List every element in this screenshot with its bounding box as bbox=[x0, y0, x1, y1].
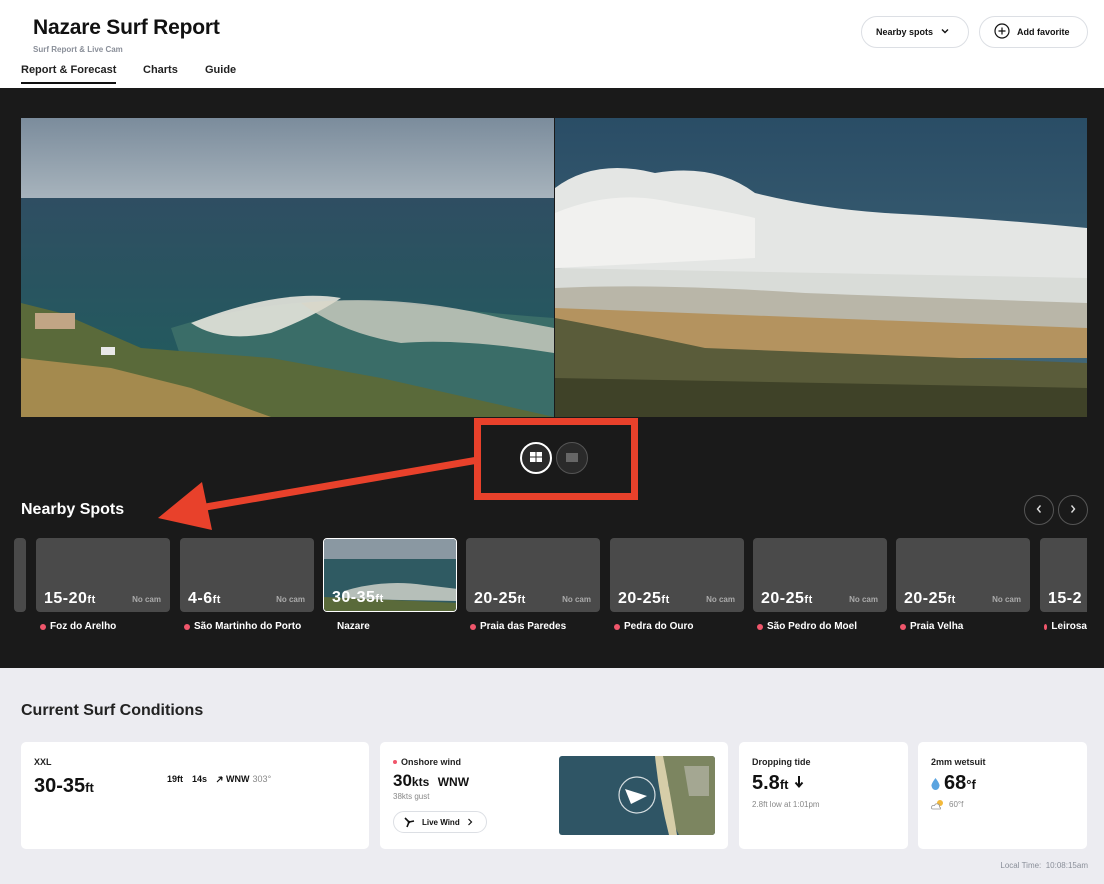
chevron-right-icon bbox=[1069, 503, 1077, 517]
status-dot-icon bbox=[614, 623, 620, 630]
page-title: Nazare Surf Report bbox=[33, 16, 220, 39]
wind-label: Onshore wind bbox=[393, 757, 461, 767]
tide-detail: 2.8ft low at 1:01pm bbox=[752, 800, 820, 809]
local-time: Local Time: 10:08:15am bbox=[1000, 861, 1088, 870]
status-dot-icon bbox=[184, 623, 190, 630]
status-dot-icon bbox=[757, 623, 763, 630]
spot-height: 20-25ft bbox=[618, 590, 670, 607]
tide-card: Dropping tide 5.8ft 2.8ft low at 1:01pm bbox=[739, 742, 908, 849]
status-dot-icon bbox=[393, 760, 397, 764]
nearby-spots-title: Nearby Spots bbox=[21, 501, 125, 518]
spot-height: 20-25ft bbox=[474, 590, 526, 607]
status-dot-icon bbox=[470, 623, 476, 630]
no-cam-label: No cam bbox=[276, 595, 305, 604]
surf-height-value: 30-35ft bbox=[34, 775, 94, 797]
grid-view-toggle[interactable] bbox=[520, 442, 552, 474]
plus-circle-icon bbox=[994, 23, 1010, 41]
spot-name[interactable]: Praia Velha bbox=[900, 621, 963, 632]
spot-card[interactable]: 20-25ft No cam bbox=[466, 538, 600, 612]
add-favorite-button[interactable]: Add favorite bbox=[979, 16, 1088, 48]
spot-name[interactable]: Foz do Arelho bbox=[40, 621, 116, 632]
no-cam-label: No cam bbox=[132, 595, 161, 604]
chevron-down-icon bbox=[940, 26, 950, 38]
water-temp-value: 68°f bbox=[931, 772, 976, 795]
tab-report-forecast[interactable]: Report & Forecast bbox=[21, 64, 117, 84]
spot-name[interactable]: Nazare bbox=[337, 621, 370, 632]
status-dot-icon bbox=[40, 623, 46, 630]
fan-icon bbox=[404, 817, 415, 828]
carousel-prev-button[interactable] bbox=[1024, 495, 1054, 525]
nearby-spots-label: Nearby spots bbox=[876, 27, 934, 37]
tide-label: Dropping tide bbox=[752, 757, 811, 767]
air-temp: 60°f bbox=[931, 799, 963, 810]
arrow-down-icon bbox=[795, 776, 804, 789]
page-header: Nazare Surf Report Surf Report & Live Ca… bbox=[0, 0, 1104, 88]
surf-rating-label: XXL bbox=[34, 757, 52, 767]
cam-view-left[interactable] bbox=[21, 118, 554, 417]
spot-card-partial[interactable] bbox=[14, 538, 26, 612]
single-view-toggle[interactable] bbox=[556, 442, 588, 474]
spot-height: 4-6ft bbox=[188, 590, 221, 607]
swell-period: 14s bbox=[192, 774, 208, 784]
swell-info: 19ft 14s WNW 303° bbox=[167, 774, 271, 784]
wind-gust: 38kts gust bbox=[393, 792, 430, 801]
spot-height: 20-25ft bbox=[904, 590, 956, 607]
single-view-icon bbox=[566, 449, 578, 467]
surf-height-card: XXL 30-35ft 19ft 14s WNW 303° bbox=[21, 742, 369, 849]
wind-card: Onshore wind 30kts WNW 38kts gust Live W… bbox=[380, 742, 728, 849]
spot-name[interactable]: Praia das Paredes bbox=[470, 621, 566, 632]
status-dot-icon bbox=[900, 623, 906, 630]
wind-map[interactable] bbox=[559, 756, 715, 835]
spot-name[interactable]: São Pedro do Moel bbox=[757, 621, 857, 632]
cam-view-right[interactable] bbox=[555, 118, 1087, 417]
partly-cloudy-icon bbox=[931, 800, 943, 810]
wind-value: 30kts WNW bbox=[393, 771, 470, 790]
grid-icon bbox=[530, 449, 542, 467]
spot-height: 15-2 bbox=[1048, 590, 1083, 607]
water-temp-card: 2mm wetsuit 68°f 60°f bbox=[918, 742, 1087, 849]
spot-height: 15-20ft bbox=[44, 590, 96, 607]
carousel-next-button[interactable] bbox=[1058, 495, 1088, 525]
spot-card[interactable]: 20-25ft No cam bbox=[896, 538, 1030, 612]
conditions-title: Current Surf Conditions bbox=[21, 702, 204, 719]
spot-name[interactable]: Leirosa bbox=[1044, 621, 1087, 632]
chevron-right-icon bbox=[467, 818, 473, 826]
tab-charts[interactable]: Charts bbox=[143, 64, 178, 76]
chevron-left-icon bbox=[1035, 503, 1043, 517]
tab-guide[interactable]: Guide bbox=[205, 64, 236, 76]
spot-card[interactable]: 20-25ft No cam bbox=[753, 538, 887, 612]
swell-direction-icon bbox=[216, 775, 223, 782]
swell-direction: WNW 303° bbox=[216, 774, 271, 784]
spot-height: 20-25ft bbox=[761, 590, 813, 607]
status-dot-icon bbox=[1044, 623, 1048, 630]
page-subtitle: Surf Report & Live Cam bbox=[33, 45, 123, 54]
wetsuit-label: 2mm wetsuit bbox=[931, 757, 986, 767]
spot-card-partial[interactable]: 15-2 bbox=[1040, 538, 1087, 612]
spot-card[interactable]: 15-20ft No cam bbox=[36, 538, 170, 612]
no-cam-label: No cam bbox=[706, 595, 735, 604]
no-cam-label: No cam bbox=[992, 595, 1021, 604]
spot-name[interactable]: São Martinho do Porto bbox=[184, 621, 301, 632]
no-cam-label: No cam bbox=[562, 595, 591, 604]
tide-value: 5.8ft bbox=[752, 772, 804, 795]
spot-card[interactable]: 20-25ft No cam bbox=[610, 538, 744, 612]
swell-height: 19ft bbox=[167, 774, 184, 784]
no-cam-label: No cam bbox=[849, 595, 878, 604]
add-favorite-label: Add favorite bbox=[1017, 27, 1070, 37]
nearby-spots-button[interactable]: Nearby spots bbox=[861, 16, 969, 48]
spot-card[interactable]: 4-6ft No cam bbox=[180, 538, 314, 612]
spot-name[interactable]: Pedra do Ouro bbox=[614, 621, 693, 632]
spot-height: 30-35ft bbox=[332, 589, 384, 606]
live-wind-button[interactable]: Live Wind bbox=[393, 811, 487, 833]
annotation-arrow-icon bbox=[158, 456, 479, 530]
water-drop-icon bbox=[931, 777, 940, 790]
spot-card-current[interactable]: 30-35ft bbox=[323, 538, 457, 612]
